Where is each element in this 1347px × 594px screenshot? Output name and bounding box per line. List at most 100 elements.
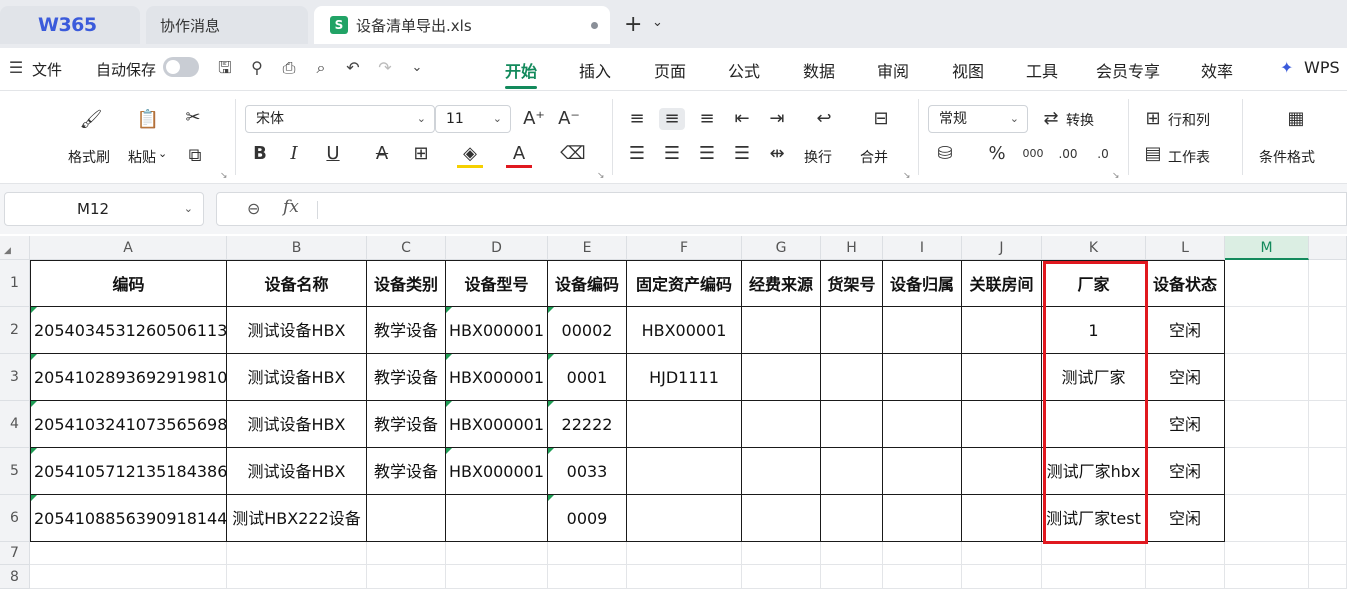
empty-cell[interactable] bbox=[1225, 495, 1309, 542]
wrap-text-icon[interactable]: ↩ bbox=[811, 108, 837, 130]
print-icon[interactable]: ⎙ bbox=[279, 58, 299, 78]
column-header-h[interactable]: H bbox=[821, 236, 883, 260]
conditional-format-button[interactable]: 条件格式 bbox=[1259, 147, 1315, 167]
column-header-l[interactable]: L bbox=[1146, 236, 1225, 260]
number-format-select[interactable]: 常规 ⌄ bbox=[928, 105, 1028, 133]
tab-tools[interactable]: 工具 bbox=[1026, 58, 1058, 82]
formula-input[interactable]: ⊖ fx bbox=[216, 192, 1347, 226]
empty-cell[interactable] bbox=[821, 565, 883, 589]
redo-icon[interactable]: ↷ bbox=[375, 58, 395, 78]
table-cell[interactable] bbox=[742, 448, 821, 495]
chevron-down-icon[interactable]: ⌄ bbox=[652, 15, 663, 30]
save-icon[interactable]: 🖫 bbox=[215, 58, 235, 78]
table-cell[interactable] bbox=[1042, 401, 1146, 448]
empty-cell[interactable] bbox=[1309, 542, 1347, 565]
paste-dropdown-icon[interactable]: ⌄ bbox=[158, 147, 167, 160]
empty-cell[interactable] bbox=[1309, 354, 1347, 401]
alignment-launcher-icon[interactable]: ↘ bbox=[903, 171, 911, 181]
header-cell[interactable]: 设备名称 bbox=[227, 260, 367, 307]
table-cell[interactable]: 教学设备 bbox=[367, 401, 446, 448]
table-cell[interactable] bbox=[883, 448, 962, 495]
thousands-icon[interactable]: 000 bbox=[1020, 143, 1046, 165]
merge-icon[interactable]: ⊟ bbox=[868, 108, 894, 130]
tab-efficiency[interactable]: 效率 bbox=[1201, 58, 1233, 82]
justify-icon[interactable]: ☰ bbox=[729, 143, 755, 165]
row-header-1[interactable]: 1 bbox=[0, 260, 30, 307]
merge-button[interactable]: 合并 bbox=[860, 147, 888, 167]
table-cell[interactable]: 测试HBX222设备 bbox=[227, 495, 367, 542]
decrease-font-icon[interactable]: A⁻ bbox=[556, 108, 582, 130]
font-launcher-icon[interactable]: ↘ bbox=[597, 171, 605, 181]
column-header-c[interactable]: C bbox=[367, 236, 446, 260]
row-header-4[interactable]: 4 bbox=[0, 401, 30, 448]
distribute-icon[interactable]: ⇹ bbox=[764, 143, 790, 165]
table-cell[interactable]: 2054102893692919810 bbox=[30, 354, 227, 401]
table-cell[interactable] bbox=[821, 448, 883, 495]
table-cell[interactable] bbox=[821, 401, 883, 448]
row-header-8[interactable]: 8 bbox=[0, 565, 30, 589]
column-header-b[interactable]: B bbox=[227, 236, 367, 260]
undo-icon[interactable]: ↶ bbox=[343, 58, 363, 78]
table-cell[interactable] bbox=[883, 307, 962, 354]
tab-start[interactable]: 开始 bbox=[505, 58, 538, 89]
header-cell[interactable]: 编码 bbox=[30, 260, 227, 307]
worksheet-icon[interactable]: ▤ bbox=[1140, 143, 1166, 165]
header-cell[interactable]: 设备类别 bbox=[367, 260, 446, 307]
column-header-m[interactable]: M bbox=[1225, 236, 1309, 260]
header-cell[interactable]: 设备型号 bbox=[446, 260, 548, 307]
table-cell[interactable] bbox=[627, 401, 742, 448]
tab-insert[interactable]: 插入 bbox=[579, 58, 611, 82]
table-cell[interactable] bbox=[821, 495, 883, 542]
empty-cell[interactable] bbox=[627, 565, 742, 589]
number-launcher-icon[interactable]: ↘ bbox=[1112, 171, 1120, 181]
table-cell[interactable]: 教学设备 bbox=[367, 354, 446, 401]
column-header-overflow[interactable] bbox=[1309, 236, 1347, 260]
align-center-icon[interactable]: ☰ bbox=[659, 143, 685, 165]
hamburger-icon[interactable]: ☰ bbox=[6, 58, 26, 78]
autosave-toggle[interactable] bbox=[163, 57, 199, 77]
table-cell[interactable] bbox=[821, 307, 883, 354]
column-header-f[interactable]: F bbox=[627, 236, 742, 260]
paste-icon[interactable]: 📋 bbox=[135, 109, 161, 131]
table-cell[interactable]: 教学设备 bbox=[367, 307, 446, 354]
table-cell[interactable]: 00002 bbox=[548, 307, 627, 354]
empty-cell[interactable] bbox=[883, 565, 962, 589]
row-header-5[interactable]: 5 bbox=[0, 448, 30, 495]
empty-cell[interactable] bbox=[367, 565, 446, 589]
rows-cols-button[interactable]: 行和列 bbox=[1168, 110, 1210, 130]
currency-icon[interactable]: ⛁ bbox=[932, 143, 958, 165]
paste-button[interactable]: 粘贴 bbox=[128, 147, 156, 167]
column-header-j[interactable]: J bbox=[962, 236, 1042, 260]
table-cell[interactable] bbox=[962, 354, 1042, 401]
align-bottom-icon[interactable]: ≡ bbox=[694, 108, 720, 130]
table-cell[interactable]: 教学设备 bbox=[367, 448, 446, 495]
column-header-k[interactable]: K bbox=[1042, 236, 1146, 260]
convert-button[interactable]: 转换 bbox=[1066, 110, 1094, 130]
table-cell[interactable]: HBX000001 bbox=[446, 354, 548, 401]
table-cell[interactable] bbox=[742, 495, 821, 542]
header-cell[interactable]: 固定资产编码 bbox=[627, 260, 742, 307]
row-header-2[interactable]: 2 bbox=[0, 307, 30, 354]
row-header-3[interactable]: 3 bbox=[0, 354, 30, 401]
table-cell[interactable] bbox=[821, 354, 883, 401]
empty-cell[interactable] bbox=[30, 542, 227, 565]
tab-data[interactable]: 数据 bbox=[803, 58, 835, 82]
align-top-icon[interactable]: ≡ bbox=[624, 108, 650, 130]
bold-icon[interactable]: B bbox=[247, 143, 273, 165]
table-cell[interactable]: 空闲 bbox=[1146, 307, 1225, 354]
table-cell[interactable]: 2054103241073565698 bbox=[30, 401, 227, 448]
table-cell[interactable]: 测试厂家test bbox=[1042, 495, 1146, 542]
rows-cols-icon[interactable]: ⊞ bbox=[1140, 108, 1166, 130]
table-cell[interactable]: 空闲 bbox=[1146, 354, 1225, 401]
wps-label[interactable]: WPS bbox=[1304, 58, 1340, 77]
increase-indent-icon[interactable]: ⇥ bbox=[764, 108, 790, 130]
table-cell[interactable] bbox=[742, 401, 821, 448]
table-cell[interactable]: 0001 bbox=[548, 354, 627, 401]
font-size-select[interactable]: 11 ⌄ bbox=[435, 105, 511, 133]
table-cell[interactable]: HBX000001 bbox=[446, 401, 548, 448]
empty-cell[interactable] bbox=[548, 565, 627, 589]
table-cell[interactable]: HBX000001 bbox=[446, 307, 548, 354]
table-cell[interactable] bbox=[742, 354, 821, 401]
empty-cell[interactable] bbox=[1042, 542, 1146, 565]
empty-cell[interactable] bbox=[1225, 565, 1309, 589]
